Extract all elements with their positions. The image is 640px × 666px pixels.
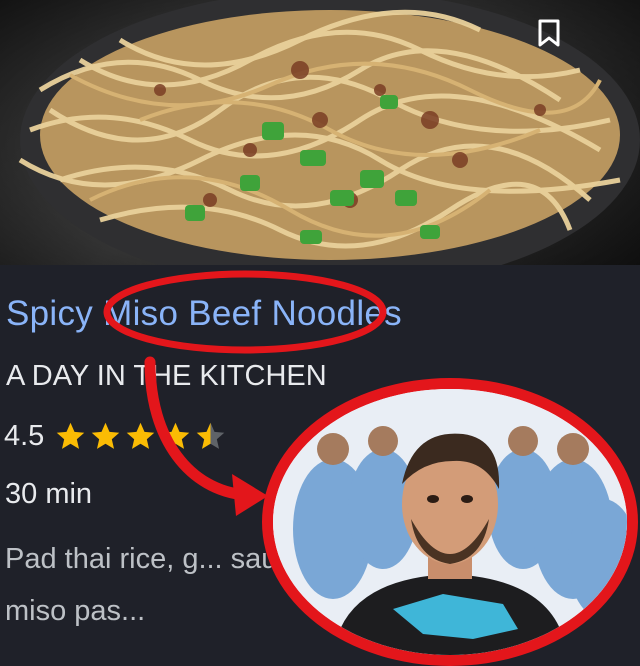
bookmark-icon xyxy=(538,19,560,47)
avatar-photo xyxy=(273,389,627,655)
rating-row: 4.5 xyxy=(4,418,229,454)
recipe-title[interactable]: Spicy Miso Beef Noodles xyxy=(6,294,402,334)
star-icon xyxy=(57,422,85,449)
cook-time: 30 min xyxy=(5,478,93,510)
avatar-circle xyxy=(262,378,638,666)
star-icon xyxy=(127,422,155,449)
recipe-image[interactable] xyxy=(0,0,640,265)
bookmark-button[interactable] xyxy=(536,18,584,66)
star-icon xyxy=(197,422,225,449)
star-icon xyxy=(92,422,120,449)
recipe-card[interactable]: Spicy Miso Beef Noodles A DAY IN THE KIT… xyxy=(0,0,640,666)
star-icon xyxy=(162,422,190,449)
star-rating xyxy=(54,420,229,453)
rating-value: 4.5 xyxy=(4,419,45,452)
